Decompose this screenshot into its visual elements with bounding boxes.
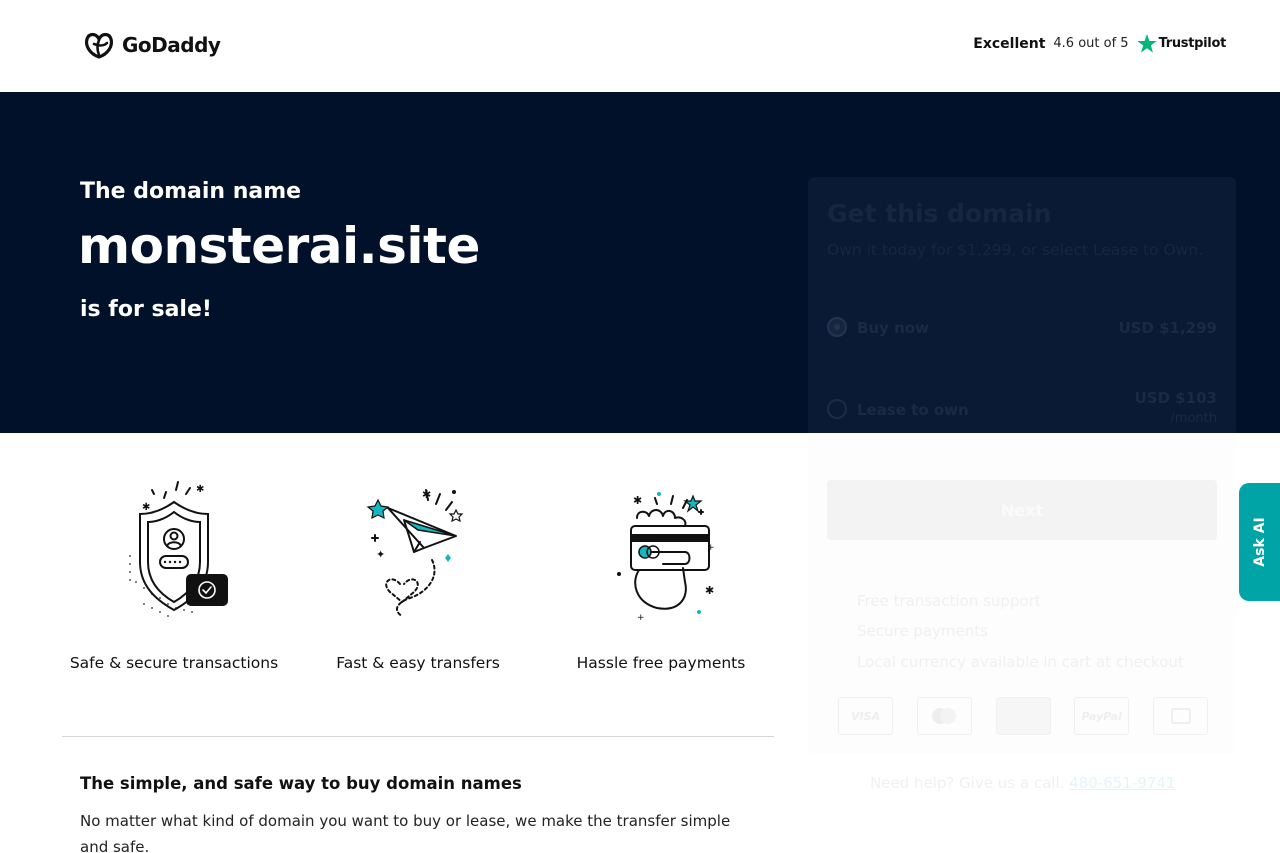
feature-secure-label: Safe & secure transactions <box>69 654 279 672</box>
svg-text:+: + <box>707 543 715 553</box>
benefit-item: Free transaction support <box>857 592 1041 610</box>
hero-domain-name: monsterai.site <box>78 217 480 275</box>
feature-secure: ✱ ✱ Safe & secure transactions <box>54 470 294 672</box>
godaddy-logo-icon <box>84 32 114 59</box>
site-header: GoDaddy Excellent 4.6 out of 5 Trustpilo… <box>0 0 1280 92</box>
svg-text:✦: ✦ <box>376 548 385 561</box>
benefit-item: Secure payments <box>857 622 988 640</box>
buy-now-label: Buy now <box>857 319 929 337</box>
info-title: The simple, and safe way to buy domain n… <box>80 774 522 793</box>
option-lease-to-own[interactable]: Lease to own USD $103 /month <box>827 389 1217 433</box>
help-line: Need help? Give us a call. 480-651-9741 <box>870 774 1175 792</box>
logo-text: GoDaddy <box>122 33 221 57</box>
lease-radio[interactable] <box>827 399 847 419</box>
svg-text:✱: ✱ <box>422 488 431 501</box>
svg-text:✱: ✱ <box>633 494 642 507</box>
purchase-card-header: Get this domain Own it today for $1,299,… <box>808 177 1236 433</box>
help-phone-link[interactable]: 480-651-9741 <box>1069 774 1175 792</box>
card-subtitle: Own it today for $1,299, or select Lease… <box>827 241 1204 259</box>
option-buy-now[interactable]: Buy now USD $1,299 <box>827 317 1217 341</box>
benefit-item: Local currency available in cart at chec… <box>857 653 1184 671</box>
feature-transfers: ✱ ✦ Fast & easy transfers <box>298 470 538 672</box>
trustpilot-star-icon <box>1136 34 1157 53</box>
payment-methods: VISA PayPal <box>838 697 1208 737</box>
svg-text:✱: ✱ <box>196 484 204 495</box>
rating-score: 4.6 out of 5 <box>1053 36 1129 51</box>
help-text: Need help? Give us a call. <box>870 774 1065 792</box>
trustpilot-brand: Trustpilot <box>1136 34 1227 53</box>
svg-text:✱: ✱ <box>142 502 150 513</box>
bank-card-icon <box>1153 697 1208 735</box>
feature-transfers-label: Fast & easy transfers <box>336 654 500 672</box>
feature-payments: ✱ ✱ + + Hassle free payments <box>541 470 781 672</box>
lease-price: USD $103 <box>1134 389 1217 407</box>
amex-icon <box>995 697 1051 735</box>
ask-ai-tab[interactable]: Ask AI <box>1239 483 1280 601</box>
paypal-icon: PayPal <box>1074 697 1130 735</box>
lease-label: Lease to own <box>857 401 969 419</box>
shield-icon: ✱ ✱ <box>129 481 228 617</box>
features-row: ✱ ✱ Safe & secure transactions ✱ ✦ Fast … <box>62 470 774 690</box>
trustpilot-label: Trustpilot <box>1158 36 1227 51</box>
svg-text:✱: ✱ <box>705 584 714 597</box>
paper-plane-icon: ✱ ✦ <box>366 488 464 617</box>
svg-text:+: + <box>637 613 645 623</box>
ask-ai-label: Ask AI <box>1252 517 1268 567</box>
hero-posttext: is for sale! <box>80 297 212 322</box>
payment-card-icon: ✱ ✱ + + <box>617 492 715 623</box>
godaddy-logo[interactable]: GoDaddy <box>82 30 221 60</box>
card-title: Get this domain <box>827 199 1052 228</box>
rating-word: Excellent <box>973 35 1046 52</box>
buy-now-price: USD $1,299 <box>1118 319 1217 337</box>
trustpilot-rating[interactable]: Excellent 4.6 out of 5 Trustpilot <box>973 34 1226 53</box>
section-divider <box>62 736 774 737</box>
purchase-card: Get this domain Own it today for $1,299,… <box>808 177 1236 754</box>
next-button[interactable]: Next <box>827 480 1217 540</box>
visa-icon: VISA <box>838 697 893 735</box>
buy-now-radio[interactable] <box>827 317 847 337</box>
mastercard-icon <box>916 697 972 735</box>
feature-payments-label: Hassle free payments <box>576 654 746 672</box>
info-text: No matter what kind of domain you want t… <box>80 812 731 853</box>
hero-pretext: The domain name <box>80 179 302 204</box>
lease-price-period: /month <box>1170 411 1217 426</box>
